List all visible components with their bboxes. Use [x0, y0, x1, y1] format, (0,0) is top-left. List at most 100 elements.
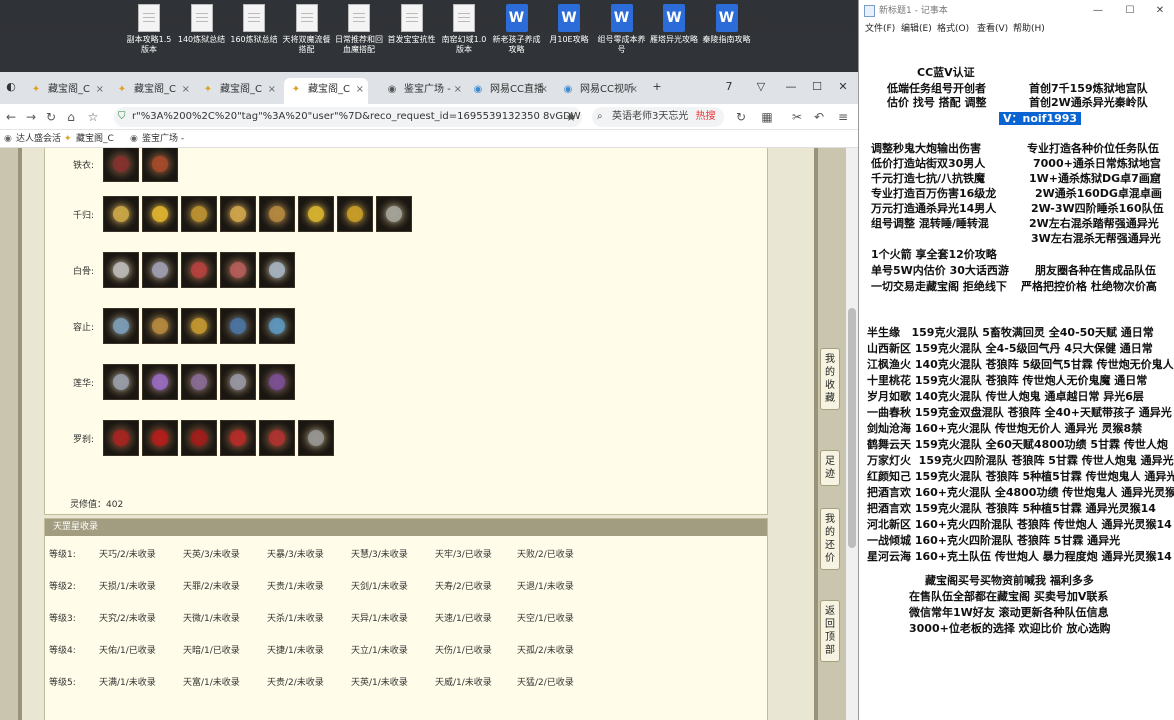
tab-close-icon[interactable]: × — [540, 78, 548, 102]
equip-item-icon[interactable] — [259, 364, 295, 400]
close-window-icon[interactable]: ✕ — [834, 78, 852, 96]
back-icon[interactable]: ← — [2, 108, 20, 126]
bookmark-item[interactable]: ✦ 藏宝阁_C — [64, 130, 114, 148]
equip-item-icon[interactable] — [181, 196, 217, 232]
favorite-star-icon[interactable]: ★ — [562, 108, 580, 126]
desktop-icon[interactable]: W 秦陵指南攻略 — [702, 4, 752, 68]
side-button[interactable]: 我的收藏 — [820, 348, 840, 410]
equip-item-icon[interactable] — [220, 364, 256, 400]
desktop-icon-label: 首发宝宝抗性 — [387, 35, 436, 44]
level-label: 等级2: — [49, 582, 76, 592]
equip-item-icon[interactable] — [103, 364, 139, 400]
site-favicon-icon: ◉ — [563, 84, 573, 95]
tab-close-icon[interactable]: × — [454, 78, 462, 102]
refresh-icon[interactable]: ↻ — [42, 108, 60, 126]
desktop-icon[interactable]: 天将双魔流餐搭配 — [282, 4, 332, 68]
level-label: 等级5: — [49, 678, 76, 688]
notepad-menu-item[interactable]: 查看(V) — [977, 22, 1008, 36]
bookmark-star-icon[interactable]: ☆ — [84, 108, 102, 126]
scissors-icon[interactable]: ✂ — [788, 108, 806, 126]
desktop-icon[interactable]: 140炼狱总结 — [177, 4, 227, 68]
bookmark-item[interactable]: ◉ 达人盛会活 — [4, 130, 61, 148]
notepad-text-area[interactable]: V：noif1993 CC蓝V认证 低端任务组号开创者 首创7千159炼狱地宫队 估价… — [859, 46, 1174, 720]
side-button[interactable]: 足迹 — [820, 450, 840, 486]
tab-close-icon[interactable]: × — [268, 78, 276, 102]
equip-item-icon[interactable] — [181, 364, 217, 400]
tab-count-badge[interactable]: 7 — [720, 78, 738, 96]
desktop-icon[interactable]: 160炼狱总结 — [229, 4, 279, 68]
browser-tab[interactable]: ✦ 藏宝阁_C × — [110, 78, 194, 104]
browser-tab[interactable]: ✦ 藏宝阁_C × — [284, 78, 368, 104]
equip-item-icon[interactable] — [259, 252, 295, 288]
equip-item-icon[interactable] — [142, 196, 178, 232]
notepad-menu-item[interactable]: 编辑(E) — [901, 22, 932, 36]
text-file-icon — [190, 4, 213, 32]
home-icon[interactable]: ⌂ — [62, 108, 80, 126]
equip-item-icon[interactable] — [103, 196, 139, 232]
side-button[interactable]: 我的还价 — [820, 508, 840, 570]
equip-item-icon[interactable] — [298, 420, 334, 456]
equip-item-icon[interactable] — [298, 196, 334, 232]
desktop-icon[interactable]: W 月10E攻略 — [544, 4, 594, 68]
equip-item-icon[interactable] — [103, 308, 139, 344]
equip-item-icon[interactable] — [220, 252, 256, 288]
equip-item-icon[interactable] — [181, 252, 217, 288]
equip-item-icon[interactable] — [376, 196, 412, 232]
equip-item-icon[interactable] — [103, 148, 139, 182]
desktop-icon[interactable]: 副本攻略1.5版本 — [124, 4, 174, 68]
undo-icon[interactable]: ↶ — [810, 108, 828, 126]
equip-item-icon[interactable] — [181, 308, 217, 344]
equip-item-icon[interactable] — [103, 420, 139, 456]
tab-close-icon[interactable]: × — [96, 78, 104, 102]
browser-tab[interactable]: ✦ 藏宝阁_C × — [24, 78, 108, 104]
equip-item-icon[interactable] — [142, 308, 178, 344]
level-cell: 天速/1/已收录 — [435, 614, 492, 624]
notepad-minimize-icon[interactable]: — — [1085, 0, 1111, 22]
side-button[interactable]: 返回顶部 — [820, 600, 840, 662]
reload-icon[interactable]: ↻ — [732, 108, 750, 126]
equip-item-icon[interactable] — [220, 196, 256, 232]
browser-tab[interactable]: ◉ 鉴宝广场 - × — [380, 78, 466, 104]
equip-item-icon[interactable] — [259, 196, 295, 232]
desktop-icon[interactable]: 南窑幻域1.0版本 — [439, 4, 489, 68]
browser-tab[interactable]: ◉ 网易CC视听 × — [556, 78, 642, 104]
equip-item-icon[interactable] — [259, 308, 295, 344]
scrollbar-thumb[interactable] — [848, 308, 856, 548]
menu-icon[interactable]: ≡ — [834, 108, 852, 126]
desktop-icon[interactable]: W 组号零成本养号 — [597, 4, 647, 68]
equip-item-icon[interactable] — [142, 148, 178, 182]
minimize-icon[interactable]: — — [782, 78, 800, 96]
equip-item-icon[interactable] — [220, 420, 256, 456]
pin-icon[interactable]: ▽ — [752, 78, 770, 96]
equip-item-icon[interactable] — [103, 252, 139, 288]
equip-item-icon[interactable] — [142, 364, 178, 400]
search-input[interactable]: ⌕ 英语老师3天忘光 热搜 — [592, 107, 724, 127]
tab-close-icon[interactable]: × — [630, 78, 638, 102]
grid-icon[interactable]: ▦ — [758, 108, 776, 126]
notepad-close-icon[interactable]: ✕ — [1147, 0, 1173, 22]
equip-item-icon[interactable] — [142, 420, 178, 456]
desktop-icon[interactable]: 日常推荐和回血魔搭配 — [334, 4, 384, 68]
notepad-menu-item[interactable]: 格式(O) — [937, 22, 969, 36]
equip-item-icon[interactable] — [259, 420, 295, 456]
browser-tab[interactable]: ◉ 网易CC直播 × — [466, 78, 552, 104]
forward-icon[interactable]: → — [22, 108, 40, 126]
equip-item-icon[interactable] — [220, 308, 256, 344]
new-tab-button[interactable]: + — [648, 78, 666, 96]
equip-item-icon[interactable] — [337, 196, 373, 232]
tab-close-icon[interactable]: × — [182, 78, 190, 102]
desktop-icon[interactable]: 首发宝宝抗性 — [387, 4, 437, 68]
notepad-maximize-icon[interactable]: ☐ — [1117, 0, 1143, 22]
url-input[interactable]: ⛉ r"%3A%200%2C%20"tag"%3A%20"user"%7D&re… — [114, 107, 582, 127]
bookmark-item[interactable]: ◉ 鉴宝广场 - — [130, 130, 184, 148]
maximize-icon[interactable]: ☐ — [808, 78, 826, 96]
desktop-icon[interactable]: W 雁塔异光攻略 — [649, 4, 699, 68]
equip-item-icon[interactable] — [181, 420, 217, 456]
tab-close-icon[interactable]: × — [356, 78, 364, 102]
browser-logo-icon[interactable]: ◐ — [2, 78, 20, 96]
equip-item-icon[interactable] — [142, 252, 178, 288]
notepad-menu-item[interactable]: 帮助(H) — [1013, 22, 1045, 36]
notepad-menu-item[interactable]: 文件(F) — [865, 22, 895, 36]
browser-tab[interactable]: ✦ 藏宝阁_C × — [196, 78, 280, 104]
desktop-icon[interactable]: W 新老孩子养成攻略 — [492, 4, 542, 68]
